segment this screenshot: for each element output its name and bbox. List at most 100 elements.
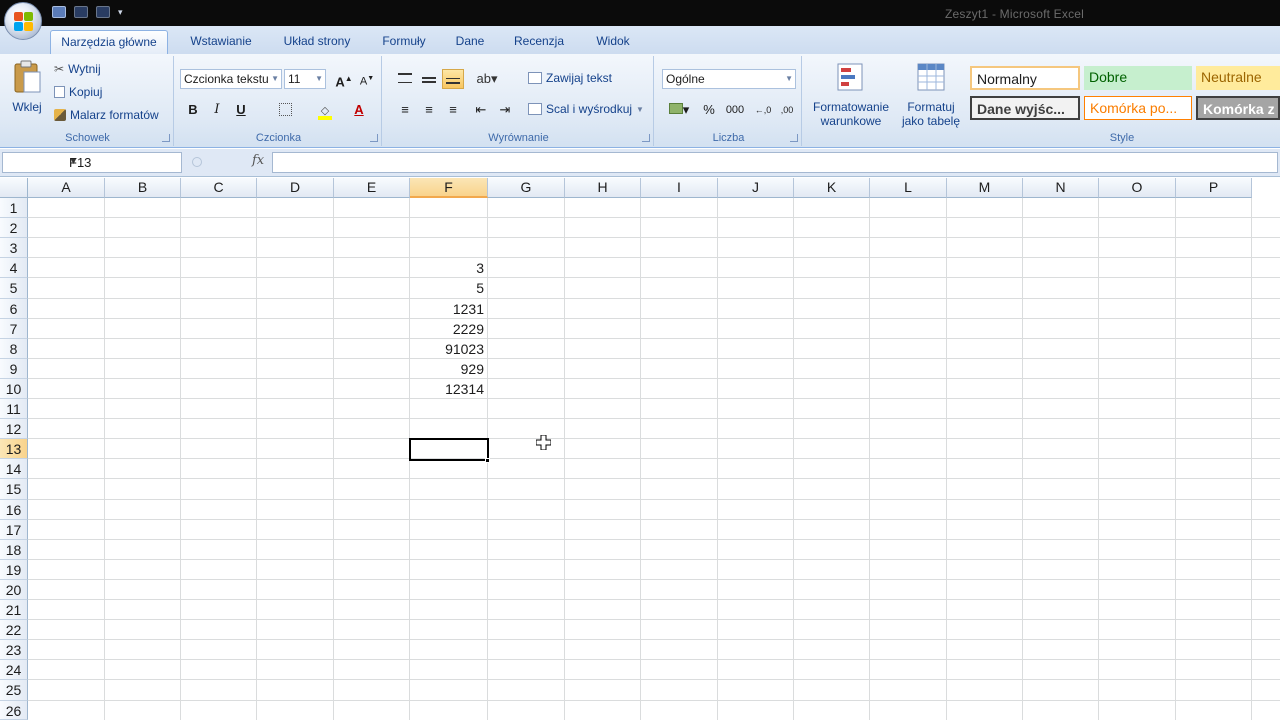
shrink-font-icon[interactable]: A▼ <box>356 69 378 89</box>
row-header-2[interactable]: 2 <box>0 218 28 238</box>
row-header-21[interactable]: 21 <box>0 600 28 620</box>
underline-button[interactable]: U <box>230 100 252 120</box>
row-header-15[interactable]: 15 <box>0 479 28 500</box>
column-header-m[interactable]: M <box>947 178 1023 198</box>
orientation-icon[interactable]: ab▾ <box>472 69 502 89</box>
name-box[interactable]: F13 ▼ <box>2 152 182 173</box>
increase-indent-icon[interactable]: ⇥ <box>494 100 516 120</box>
paste-button[interactable]: Wklej <box>6 58 48 124</box>
currency-icon[interactable]: ▾ <box>664 100 694 120</box>
percent-button[interactable]: % <box>698 100 720 120</box>
column-header-e[interactable]: E <box>334 178 410 198</box>
align-bottom-icon[interactable] <box>442 69 464 89</box>
row-header-12[interactable]: 12 <box>0 419 28 439</box>
save-icon[interactable] <box>52 6 66 18</box>
font-name-dropdown-icon[interactable]: ▼ <box>271 70 279 88</box>
format-as-table-button[interactable]: Formatuj jako tabelę <box>896 58 966 130</box>
merge-center-button[interactable]: Scal i wyśrodkuj ▼ <box>528 102 644 116</box>
row-header-17[interactable]: 17 <box>0 520 28 540</box>
font-size-combo[interactable]: 11 ▼ <box>284 69 326 89</box>
format-painter-button[interactable]: Malarz formatów <box>54 108 159 122</box>
column-header-c[interactable]: C <box>181 178 257 198</box>
column-header-k[interactable]: K <box>794 178 870 198</box>
row-header-3[interactable]: 3 <box>0 238 28 258</box>
bold-button[interactable]: B <box>182 100 204 120</box>
style-neutral[interactable]: Neutralne <box>1196 66 1280 90</box>
cell-f4[interactable]: 3 <box>410 258 488 278</box>
cell-f8[interactable]: 91023 <box>410 339 488 359</box>
alignment-launcher-icon[interactable] <box>642 134 650 142</box>
tab-formulas[interactable]: Formuły <box>374 30 434 54</box>
name-box-dropdown-icon[interactable]: ▼ <box>69 156 177 166</box>
conditional-formatting-button[interactable]: Formatowanie warunkowe <box>808 58 894 130</box>
row-header-19[interactable]: 19 <box>0 560 28 580</box>
thousands-button[interactable]: 000 <box>722 100 748 120</box>
row-header-16[interactable]: 16 <box>0 500 28 520</box>
font-name-combo[interactable]: Czcionka tekstu ▼ <box>180 69 282 89</box>
tab-insert[interactable]: Wstawianie <box>180 30 262 54</box>
column-header-o[interactable]: O <box>1099 178 1176 198</box>
wrap-text-button[interactable]: Zawijaj tekst <box>528 71 612 85</box>
decrease-indent-icon[interactable]: ⇤ <box>470 100 492 120</box>
column-header-g[interactable]: G <box>488 178 565 198</box>
row-header-24[interactable]: 24 <box>0 660 28 680</box>
row-header-18[interactable]: 18 <box>0 540 28 560</box>
cell-f6[interactable]: 1231 <box>410 299 488 319</box>
column-header-a[interactable]: A <box>28 178 105 198</box>
row-header-10[interactable]: 10 <box>0 379 28 399</box>
column-header-b[interactable]: B <box>105 178 181 198</box>
italic-button[interactable]: I <box>206 100 228 120</box>
column-header-i[interactable]: I <box>641 178 718 198</box>
style-linked-cell[interactable]: Komórka po... <box>1084 96 1192 120</box>
column-header-j[interactable]: J <box>718 178 794 198</box>
row-header-5[interactable]: 5 <box>0 278 28 299</box>
row-header-8[interactable]: 8 <box>0 339 28 359</box>
row-header-14[interactable]: 14 <box>0 459 28 479</box>
style-normal[interactable]: Normalny <box>970 66 1080 90</box>
align-center-icon[interactable]: ≡ <box>418 100 440 120</box>
decrease-decimal-icon[interactable]: ,00 <box>776 100 798 120</box>
row-header-6[interactable]: 6 <box>0 299 28 319</box>
redo-icon[interactable] <box>96 6 110 18</box>
cell-f9[interactable]: 929 <box>410 359 488 379</box>
grow-font-icon[interactable]: A▲ <box>333 69 355 89</box>
cell-f5[interactable]: 5 <box>410 278 488 298</box>
worksheet-grid[interactable] <box>28 198 1280 720</box>
formula-input[interactable] <box>272 152 1278 173</box>
row-header-9[interactable]: 9 <box>0 359 28 379</box>
align-top-icon[interactable] <box>394 69 416 89</box>
fill-handle[interactable] <box>485 458 490 463</box>
number-format-dropdown-icon[interactable]: ▼ <box>785 70 793 88</box>
tab-page-layout[interactable]: Układ strony <box>274 30 360 54</box>
row-header-26[interactable]: 26 <box>0 701 28 720</box>
copy-button[interactable]: Kopiuj <box>54 85 102 99</box>
insert-function-button[interactable]: fx <box>252 153 264 168</box>
number-launcher-icon[interactable] <box>790 134 798 142</box>
cell-f10[interactable]: 12314 <box>410 379 488 399</box>
font-size-dropdown-icon[interactable]: ▼ <box>315 70 323 88</box>
office-button[interactable] <box>4 2 42 40</box>
style-output[interactable]: Dane wyjśc... <box>970 96 1080 120</box>
undo-icon[interactable] <box>74 6 88 18</box>
tab-view[interactable]: Widok <box>586 30 640 54</box>
borders-icon[interactable] <box>274 100 296 120</box>
select-all-button[interactable] <box>0 178 28 198</box>
active-cell[interactable] <box>409 438 489 461</box>
tab-data[interactable]: Dane <box>448 30 492 54</box>
cut-button[interactable]: ✂ Wytnij <box>54 62 101 76</box>
row-header-13[interactable]: 13 <box>0 439 28 459</box>
column-header-l[interactable]: L <box>870 178 947 198</box>
increase-decimal-icon[interactable]: ←,0 <box>752 100 774 120</box>
style-good[interactable]: Dobre <box>1084 66 1192 90</box>
number-format-combo[interactable]: Ogólne ▼ <box>662 69 796 89</box>
row-header-11[interactable]: 11 <box>0 399 28 419</box>
merge-dropdown-icon[interactable]: ▼ <box>636 105 644 114</box>
font-color-icon[interactable]: A <box>348 100 370 120</box>
align-left-icon[interactable]: ≡ <box>394 100 416 120</box>
column-header-h[interactable]: H <box>565 178 641 198</box>
column-header-p[interactable]: P <box>1176 178 1252 198</box>
column-header-f[interactable]: F <box>410 178 488 198</box>
tab-review[interactable]: Recenzja <box>508 30 570 54</box>
customize-toolbar-icon[interactable]: ▾ <box>118 7 123 18</box>
row-header-25[interactable]: 25 <box>0 680 28 701</box>
